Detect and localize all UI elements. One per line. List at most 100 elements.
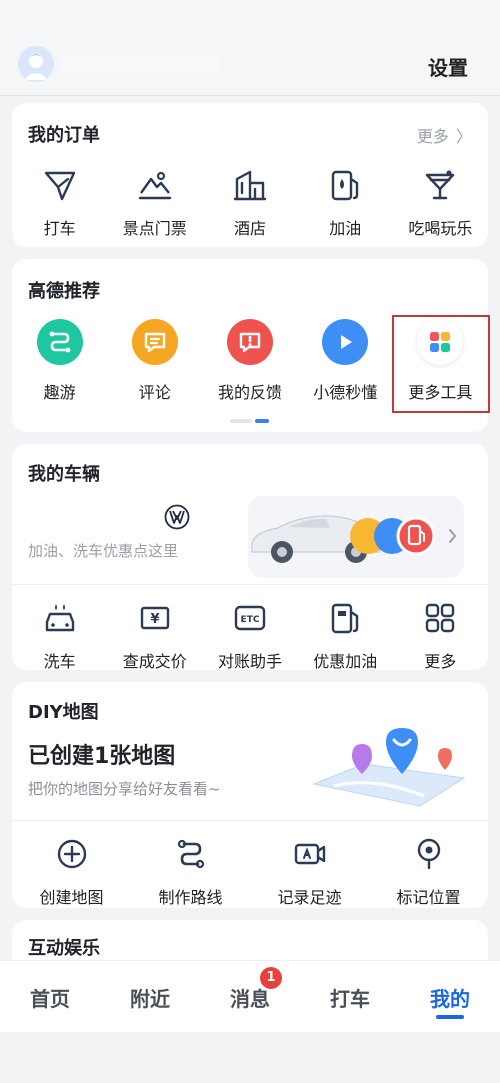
diy-item-record-trail[interactable]: 记录足迹 (250, 830, 369, 908)
order-item-label: 酒店 (234, 219, 267, 238)
tab-home[interactable]: 首页 (0, 961, 100, 1032)
tab-taxi[interactable]: 打车 (300, 961, 400, 1032)
page-indicator (230, 419, 269, 423)
vehicle-promo-banner[interactable]: 加油、洗车优惠点这里 (12, 496, 488, 582)
chevron-right-icon: 〉 (455, 127, 472, 146)
route-icon (167, 830, 215, 878)
vehicle-item-label: 对账助手 (218, 652, 283, 671)
play-icon (322, 319, 369, 365)
vehicle-title: 我的车辆 (28, 464, 100, 485)
fuel-pump-icon (321, 594, 369, 642)
tab-messages[interactable]: 消息 1 (200, 961, 300, 1032)
diy-row: 创建地图 制作路线 记录足迹 标记位置 (12, 830, 488, 908)
vehicle-card: 我的车辆 加油、洗车优惠点这里 洗车 ¥ 查成交价 ETC 对账助手 优惠加油 … (12, 444, 488, 672)
order-item-leisure[interactable]: 吃喝玩乐 (393, 161, 488, 239)
divider (12, 584, 488, 585)
svg-text:¥: ¥ (150, 612, 159, 627)
bottom-tab-bar: 首页 附近 消息 1 打车 我的 (0, 960, 500, 1032)
vehicle-promo-image (248, 496, 464, 578)
active-tab-indicator (436, 1015, 464, 1019)
vehicle-item-label: 优惠加油 (313, 652, 378, 671)
diy-item-make-route[interactable]: 制作路线 (131, 830, 250, 908)
recommend-item-label: 小德秒懂 (313, 383, 378, 402)
taxi-flag-icon (36, 161, 84, 209)
diy-item-create-map[interactable]: 创建地图 (12, 830, 131, 908)
diy-subtitle: 把你的地图分享给好友看看~ (28, 780, 221, 798)
map-illustration-icon (304, 726, 474, 816)
page-dot-active (255, 419, 269, 423)
entertainment-title: 互动娱乐 (28, 938, 100, 959)
etc-icon: ETC (226, 594, 274, 642)
recommend-card: 高德推荐 趣游 评论 我的反馈 小德秒懂 更多工具 (12, 259, 490, 432)
volkswagen-logo-icon (164, 504, 190, 534)
vehicle-promo-text: 加油、洗车优惠点这里 (28, 542, 179, 560)
vehicle-item-label: 更多 (424, 652, 457, 671)
orders-more-link[interactable]: 更多 〉 (417, 123, 472, 147)
order-item-label: 吃喝玩乐 (408, 219, 473, 238)
unread-badge: 1 (260, 967, 282, 989)
top-bar: 设置 (0, 0, 500, 96)
recommend-item-label: 评论 (138, 383, 171, 402)
grid-icon (416, 594, 464, 642)
tab-mine[interactable]: 我的 (400, 961, 500, 1032)
page-dot (230, 419, 252, 423)
settings-button[interactable]: 设置 (428, 52, 468, 81)
diy-title: DIY地图 (28, 702, 99, 723)
username-redacted (58, 56, 222, 74)
vehicle-item-label: 洗车 (43, 652, 76, 671)
vehicle-item-etc[interactable]: ETC 对账助手 (202, 594, 297, 672)
orders-row: 打车 景点门票 酒店 加油 吃喝玩乐 (12, 161, 488, 239)
recommend-item-label: 趣游 (43, 383, 76, 402)
order-item-fuel[interactable]: 加油 (298, 161, 393, 239)
diy-item-label: 制作路线 (158, 888, 223, 907)
vehicle-item-label: 查成交价 (122, 652, 187, 671)
diy-map-card: DIY地图 已创建1张地图 把你的地图分享给好友看看~ 创建地图 制作路线 记录… (12, 682, 488, 908)
car-wash-icon (36, 594, 84, 642)
diy-item-mark-location[interactable]: 标记位置 (369, 830, 488, 908)
cocktail-icon (416, 161, 464, 209)
diy-item-label: 标记位置 (396, 888, 461, 907)
order-item-taxi[interactable]: 打车 (12, 161, 107, 239)
order-item-hotel[interactable]: 酒店 (202, 161, 297, 239)
diy-item-label: 记录足迹 (277, 888, 342, 907)
order-item-tickets[interactable]: 景点门票 (107, 161, 202, 239)
svg-text:ETC: ETC (241, 615, 260, 625)
diy-item-label: 创建地图 (39, 888, 104, 907)
hotel-building-icon (226, 161, 274, 209)
orders-more-label: 更多 (416, 127, 449, 146)
divider (12, 820, 488, 821)
orders-title: 我的订单 (28, 125, 100, 146)
vehicle-item-price[interactable]: ¥ 查成交价 (107, 594, 202, 672)
price-tag-icon: ¥ (131, 594, 179, 642)
vehicle-row: 洗车 ¥ 查成交价 ETC 对账助手 优惠加油 更多 (12, 594, 488, 672)
recommend-item-xiaode[interactable]: 小德秒懂 (298, 319, 393, 403)
feedback-icon (227, 319, 273, 365)
scenic-mountain-icon (131, 161, 179, 209)
recommend-item-feedback[interactable]: 我的反馈 (202, 319, 297, 403)
tab-mine-label: 我的 (430, 987, 470, 1011)
vehicle-item-carwash[interactable]: 洗车 (12, 594, 107, 672)
fuel-pump-icon (321, 161, 369, 209)
comment-icon (131, 319, 178, 365)
user-avatar-icon (18, 46, 54, 82)
order-item-label: 打车 (43, 219, 76, 238)
video-camera-icon (286, 830, 334, 878)
route-icon (36, 319, 83, 365)
vehicle-item-fuel-discount[interactable]: 优惠加油 (298, 594, 393, 672)
location-pin-icon (405, 830, 453, 878)
vehicle-item-more[interactable]: 更多 (393, 594, 488, 672)
orders-card: 我的订单 更多 〉 打车 景点门票 酒店 加油 吃喝玩乐 (12, 103, 488, 247)
plus-circle-icon (48, 830, 96, 878)
avatar[interactable] (18, 46, 54, 82)
recommend-item-comment[interactable]: 评论 (107, 319, 202, 403)
tab-nearby[interactable]: 附近 (100, 961, 200, 1032)
tab-messages-label: 消息 (230, 987, 270, 1011)
recommend-item-label: 我的反馈 (218, 383, 283, 402)
order-item-label: 景点门票 (122, 219, 187, 238)
order-item-label: 加油 (329, 219, 362, 238)
recommend-title: 高德推荐 (28, 281, 100, 302)
recommend-item-quyou[interactable]: 趣游 (12, 319, 107, 403)
car-illustration-icon (251, 515, 457, 563)
more-tools-highlight-box (392, 315, 490, 413)
diy-headline[interactable]: 已创建1张地图 (28, 738, 175, 770)
